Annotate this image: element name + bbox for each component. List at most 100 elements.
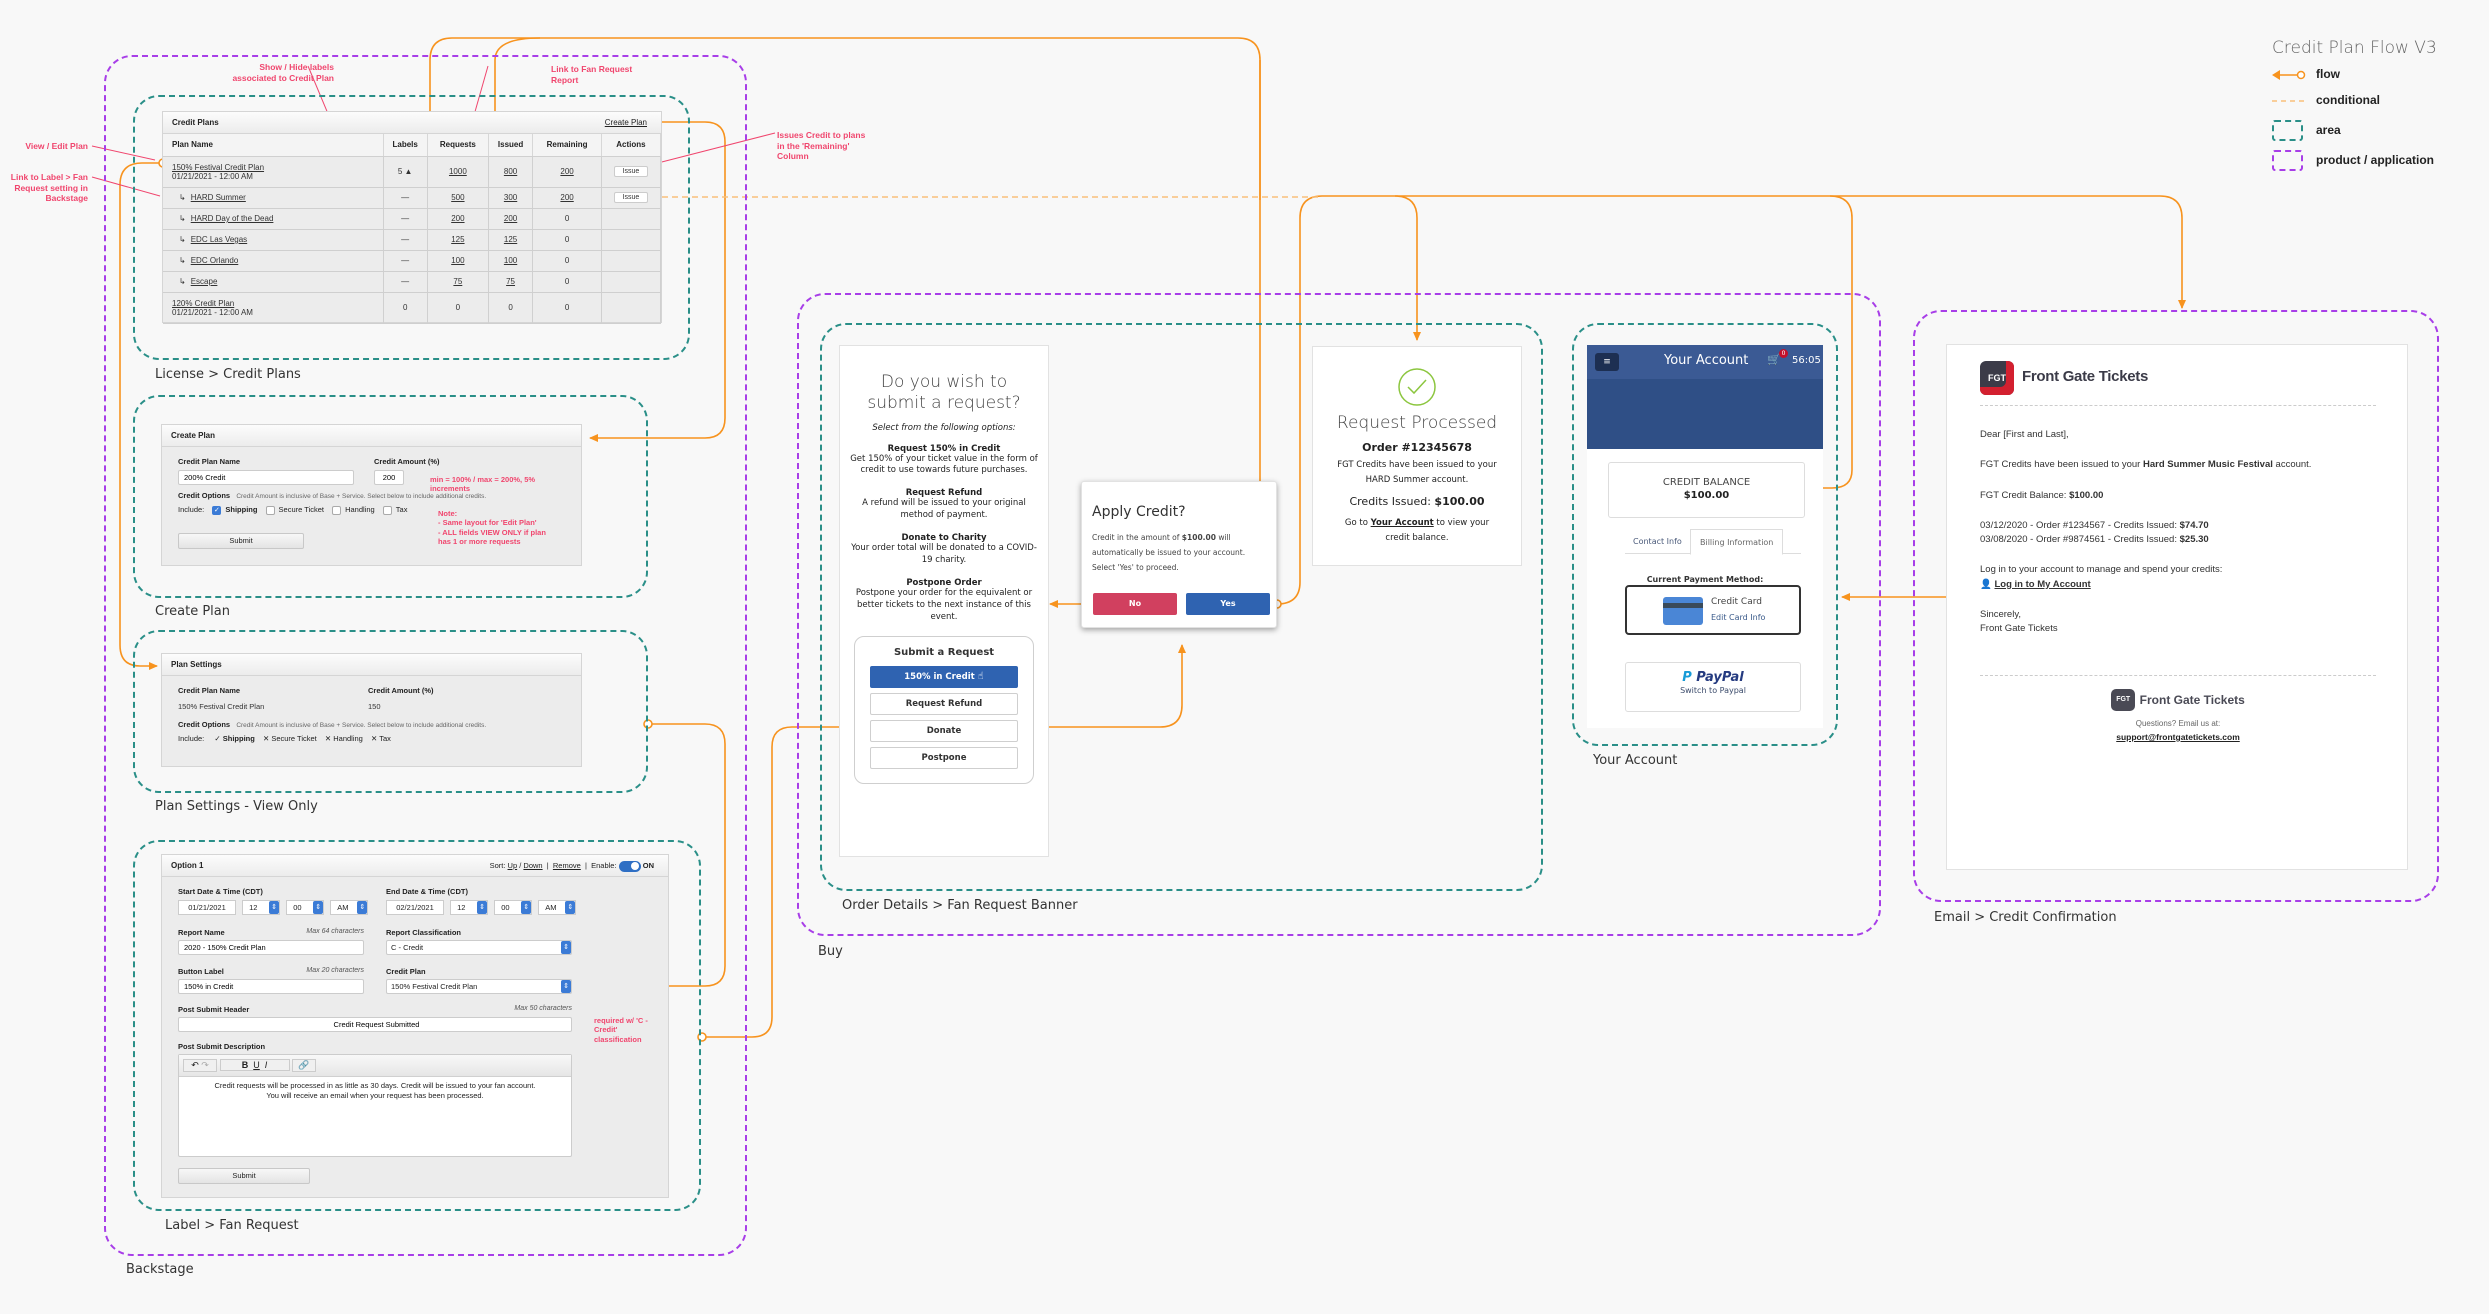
menu-icon[interactable]: ≡ [1595,353,1619,371]
order-text: 03/12/2020 - Order #1234567 - Credits Is… [1980,519,2180,531]
link-icon[interactable]: 🔗 [292,1059,317,1072]
credit-options-hint: Credit Amount is inclusive of Base + Ser… [236,722,487,729]
report-classification-select[interactable]: C - Credit ⇕ [386,940,572,955]
actions-cell [601,292,662,324]
plan-name-link[interactable]: 120% Credit Plan [172,299,234,308]
labels-cell: 0 [383,292,428,324]
remaining-cell: 0 [532,250,602,272]
requests-cell[interactable]: 500 [427,187,489,209]
end-date-input[interactable]: 02/21/2021 [386,900,444,915]
enable-toggle[interactable] [618,860,641,872]
credit-options-label: Credit Options [178,720,231,729]
flow-line-icon [2272,70,2306,80]
requests-cell[interactable]: 100 [427,250,489,272]
redo-icon[interactable]: ↷ [201,1060,209,1070]
underline-icon[interactable]: U [253,1060,260,1070]
bold-icon[interactable]: B [242,1060,249,1070]
text-part: FGT Credits have been issued to your [1980,459,2143,471]
header-divider [1980,405,2376,406]
credit-confirmation-email: FGT Front Gate Tickets Dear [First and L… [1946,344,2408,870]
refund-request-button[interactable]: Request Refund [870,692,1018,715]
issued-cell[interactable]: 300 [488,187,534,209]
sort-down-link[interactable]: Down [523,861,542,870]
requests-cell[interactable]: 125 [427,229,489,251]
end-minute-select[interactable]: 00 ⇕ [494,900,533,915]
child-arrow-icon: ↳ [179,235,186,244]
login-link[interactable]: Log in to My Account [1994,579,2090,590]
shipping-checkbox[interactable]: ✓ [212,505,222,515]
post-description-editor[interactable]: ↶ ↷ B U I 🔗 Credit requests will be proc… [178,1054,572,1157]
tab-contact-info[interactable]: Contact Info [1633,537,1682,546]
option-label: Shipping [222,734,255,743]
button-label-input[interactable] [178,979,364,994]
goto-account-text: Go to Your Account to view your credit b… [1333,516,1501,547]
create-plan-link[interactable]: Create Plan [605,112,647,134]
fgt-logo-icon: FGT [2111,689,2136,711]
tax-checkbox[interactable] [382,505,392,515]
note-line: - ALL fields VIEW ONLY if plan has 1 or … [438,527,546,547]
start-minute-select[interactable]: 00 ⇕ [286,900,325,915]
issued-cell[interactable]: 125 [488,229,534,251]
start-date-input[interactable]: 01/21/2021 [178,900,236,915]
description-line: Credit requests will be processed in as … [214,1081,536,1090]
handling-checkbox[interactable] [332,505,342,515]
edit-card-link[interactable]: Edit Card Info [1711,613,1765,622]
footer-brand: Front Gate Tickets [2139,693,2245,707]
fgt-logo-icon: FGT [1980,361,2014,395]
yes-button[interactable]: Yes [1186,593,1270,615]
create-plan-submit-button[interactable]: Submit [178,533,304,549]
postpone-button[interactable]: Postpone [870,746,1018,769]
donate-button[interactable]: Donate [870,719,1018,742]
issued-cell[interactable]: 100 [488,250,534,272]
start-hour-select[interactable]: 12 ⇕ [242,900,281,915]
end-hour-select[interactable]: 12 ⇕ [450,900,489,915]
issued-cell[interactable]: 200 [488,208,534,230]
undo-icon[interactable]: ↶ [191,1060,199,1070]
labels-cell: — [383,229,428,251]
italic-icon[interactable]: I [265,1060,268,1070]
column-header: Issued [488,134,534,157]
plan-row: ↳ HARD Summer —500 300 200 Issue [163,187,662,209]
option-title: Option 1 [171,861,204,870]
plan-name-link[interactable]: HARD Day of the Dead [191,214,274,223]
post-header-input[interactable] [178,1017,572,1032]
tab-billing-information[interactable]: Billing Information [1690,529,1784,555]
minute-value: 00 [501,903,510,912]
start-ampm-select[interactable]: AM ⇕ [330,900,369,915]
sort-up-link[interactable]: Up [508,861,518,870]
requests-cell[interactable]: 200 [427,208,489,230]
your-account-link[interactable]: Your Account [1371,518,1434,528]
annotation-note: Note: - Same layout for 'Edit Plan' - AL… [438,509,558,547]
column-header: Labels [383,134,428,157]
plan-name-link[interactable]: HARD Summer [191,193,246,202]
plan-name-link[interactable]: Escape [191,277,218,286]
report-name-input[interactable] [178,940,364,955]
fan-request-submit-button[interactable]: Submit [178,1168,310,1184]
no-button[interactable]: No [1093,593,1177,615]
issued-cell[interactable]: 75 [488,271,534,293]
paypal-option[interactable]: P PayPal Switch to Paypal [1625,662,1801,712]
credit-plan-select[interactable]: 150% Festival Credit Plan ⇕ [386,979,572,994]
plan-name-input[interactable] [178,470,354,485]
remaining-cell[interactable]: 200 [532,187,602,209]
requests-cell[interactable]: 75 [427,271,489,293]
issue-button[interactable]: Issue [613,166,649,177]
issued-cell[interactable]: 800 [488,156,534,188]
secure-ticket-checkbox[interactable] [265,505,275,515]
plan-name-link[interactable]: 150% Festival Credit Plan [172,163,264,172]
credit-options-row: Credit Options Credit Amount is inclusiv… [178,491,486,500]
labels-cell[interactable]: 5 ▲ [383,156,428,188]
remove-link[interactable]: Remove [553,861,581,870]
requests-cell[interactable]: 1000 [427,156,489,188]
credit-request-button[interactable]: 150% in Credit ☝ [870,665,1018,688]
end-ampm-select[interactable]: AM ⇕ [538,900,577,915]
plan-name-link[interactable]: EDC Orlando [191,256,239,265]
credit-card-option[interactable]: Credit Card Edit Card Info [1625,585,1801,635]
support-email-link[interactable]: support@frontgatetickets.com [1947,732,2409,742]
remaining-cell[interactable]: 200 [532,156,602,188]
your-account-caption: Your Account [1593,753,1678,768]
credit-amount-input[interactable] [374,470,404,485]
issue-button[interactable]: Issue [613,192,649,203]
plan-name-value: 150% Festival Credit Plan [178,702,265,711]
plan-name-link[interactable]: EDC Las Vegas [191,235,247,244]
